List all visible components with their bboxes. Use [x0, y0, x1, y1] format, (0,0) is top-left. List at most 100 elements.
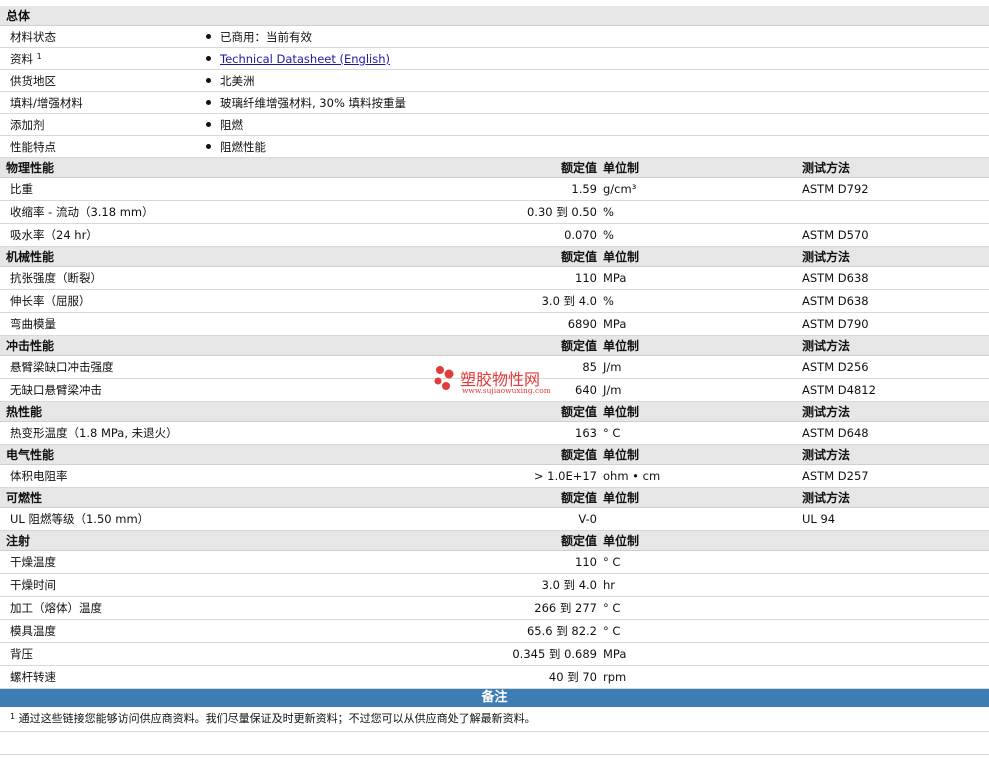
property-value: 110: [575, 555, 597, 569]
section-header: 电气性能 额定值 单位制 测试方法: [0, 445, 989, 465]
property-value: V-0: [578, 512, 597, 526]
column-header-nominal: 额定值: [560, 161, 597, 175]
property-value: 6890: [567, 317, 597, 331]
property-row: 模具温度 65.6 到 82.2 ° C: [0, 620, 989, 643]
general-row-name: 资料 1: [10, 48, 42, 70]
column-header-nominal: 额定值: [560, 339, 597, 353]
column-header-unit: 单位制: [603, 405, 640, 419]
property-row: 螺杆转速 40 到 70 rpm: [0, 666, 989, 689]
property-unit: hr: [603, 578, 616, 592]
property-value: 266 到 277: [534, 601, 597, 615]
bullet-icon: [206, 100, 211, 105]
property-row: 收缩率 - 流动（3.18 mm） 0.30 到 0.50%: [0, 201, 989, 224]
notes-header: 备注: [0, 689, 989, 707]
technical-datasheet-link[interactable]: Technical Datasheet (English): [220, 52, 390, 66]
section-header: 热性能 额定值 单位制 测试方法: [0, 402, 989, 422]
general-row-value-text: 已商用：当前有效: [220, 30, 312, 44]
general-row-value: 已商用：当前有效: [206, 26, 312, 48]
section-header: 物理性能 额定值 单位制 测试方法: [0, 158, 989, 178]
section-title: 总体: [6, 9, 31, 23]
property-name: 吸水率（24 hr）: [10, 228, 98, 242]
column-header-nominal: 额定值: [560, 534, 597, 548]
property-test-method: ASTM D638: [802, 294, 869, 308]
property-unit: ohm • cm: [603, 469, 661, 483]
section-header: 机械性能 额定值 单位制 测试方法: [0, 247, 989, 267]
general-row-value-text: 阻燃性能: [220, 140, 266, 154]
property-value: 640: [575, 383, 597, 397]
property-test-method: ASTM D790: [802, 317, 869, 331]
property-name: 比重: [10, 182, 33, 196]
general-row-value: 阻燃性能: [206, 136, 266, 158]
column-header-unit: 单位制: [603, 448, 640, 462]
property-row: UL 阻燃等级（1.50 mm） V-0 UL 94: [0, 508, 989, 531]
note-text: 通过这些链接您能够访问供应商资料。我们尽量保证及时更新资料；不过您可以从供应商处…: [18, 712, 536, 725]
property-unit: ° C: [603, 624, 621, 638]
note-item: 1 通过这些链接您能够访问供应商资料。我们尽量保证及时更新资料；不过您可以从供应…: [0, 707, 989, 732]
property-row: 干燥时间 3.0 到 4.0 hr: [0, 574, 989, 597]
property-name: 悬臂梁缺口冲击强度: [10, 360, 114, 374]
property-test-method: ASTM D257: [802, 469, 869, 483]
property-unit: ° C: [603, 555, 621, 569]
column-header-method: 测试方法: [802, 339, 851, 353]
general-row-name: 供货地区: [10, 70, 56, 92]
section-title: 热性能: [6, 405, 43, 419]
general-row-value: Technical Datasheet (English): [206, 48, 390, 70]
property-test-method: ASTM D648: [802, 426, 869, 440]
property-row: 热变形温度（1.8 MPa, 未退火） 163 ° C ASTM D648: [0, 422, 989, 445]
general-row-name-text: 材料状态: [10, 30, 56, 44]
property-name: 热变形温度（1.8 MPa, 未退火）: [10, 426, 178, 440]
property-test-method: ASTM D792: [802, 182, 869, 196]
property-sections: 物理性能 额定值 单位制 测试方法 比重 1.59 g/cm³ ASTM D792 收缩率 - …: [0, 158, 989, 689]
general-row: 添加剂 阻燃: [0, 114, 989, 136]
property-row: 弯曲模量 6890 MPa ASTM D790: [0, 313, 989, 336]
property-row: 比重 1.59 g/cm³ ASTM D792: [0, 178, 989, 201]
notes-list: 1 通过这些链接您能够访问供应商资料。我们尽量保证及时更新资料；不过您可以从供应…: [0, 707, 989, 732]
property-test-method: ASTM D4812: [802, 383, 876, 397]
general-row-name-text: 添加剂: [10, 118, 45, 132]
bullet-icon: [206, 34, 211, 39]
section-title: 注射: [6, 534, 31, 548]
notes-spacer-row: [0, 732, 989, 755]
section-header: 冲击性能 额定值 单位制 测试方法: [0, 336, 989, 356]
property-value: 0.30 到 0.50: [526, 205, 597, 219]
bullet-icon: [206, 56, 211, 61]
property-unit: %: [603, 228, 614, 242]
general-row-name-text: 填料/增强材料: [10, 96, 83, 110]
section-title: 可燃性: [6, 491, 43, 505]
section-title: 冲击性能: [6, 339, 55, 353]
general-row-value: 北美洲: [206, 70, 255, 92]
general-row: 资料 1 Technical Datasheet (English): [0, 48, 989, 70]
property-unit: MPa: [603, 271, 627, 285]
property-name: 无缺口悬臂梁冲击: [10, 383, 102, 397]
property-unit: ° C: [603, 601, 621, 615]
property-name: 加工（熔体）温度: [10, 601, 102, 615]
property-row: 抗张强度（断裂） 110 MPa ASTM D638: [0, 267, 989, 290]
column-header-nominal: 额定值: [560, 491, 597, 505]
property-unit: rpm: [603, 670, 627, 684]
general-row: 材料状态 已商用：当前有效: [0, 26, 989, 48]
general-rows: 材料状态 已商用：当前有效资料 1 Technical Datasheet (Eng…: [0, 26, 989, 158]
property-name: 干燥时间: [10, 578, 56, 592]
property-row: 吸水率（24 hr） 0.070% ASTM D570: [0, 224, 989, 247]
property-value: > 1.0E+17: [533, 469, 597, 483]
general-row-value-text: 阻燃: [220, 118, 243, 132]
footnote-marker: 1: [10, 712, 16, 721]
property-name: 体积电阻率: [10, 469, 68, 483]
property-unit: g/cm³: [603, 182, 637, 196]
section-header-general: 总体: [0, 6, 989, 26]
bullet-icon: [206, 78, 211, 83]
column-header-nominal: 额定值: [560, 405, 597, 419]
property-name: 螺杆转速: [10, 670, 56, 684]
property-value: 3.0 到 4.0: [541, 294, 597, 308]
property-value: 110: [575, 271, 597, 285]
footnote-marker: 1: [36, 52, 42, 61]
property-unit: J/m: [603, 360, 622, 374]
column-header-method: 测试方法: [802, 448, 851, 462]
property-unit: MPa: [603, 647, 627, 661]
column-header-unit: 单位制: [603, 161, 640, 175]
property-name: 抗张强度（断裂）: [10, 271, 102, 285]
property-test-method: ASTM D570: [802, 228, 869, 242]
column-header-unit: 单位制: [603, 491, 640, 505]
property-row: 伸长率（屈服） 3.0 到 4.0% ASTM D638: [0, 290, 989, 313]
section-header: 注射 额定值 单位制: [0, 531, 989, 551]
